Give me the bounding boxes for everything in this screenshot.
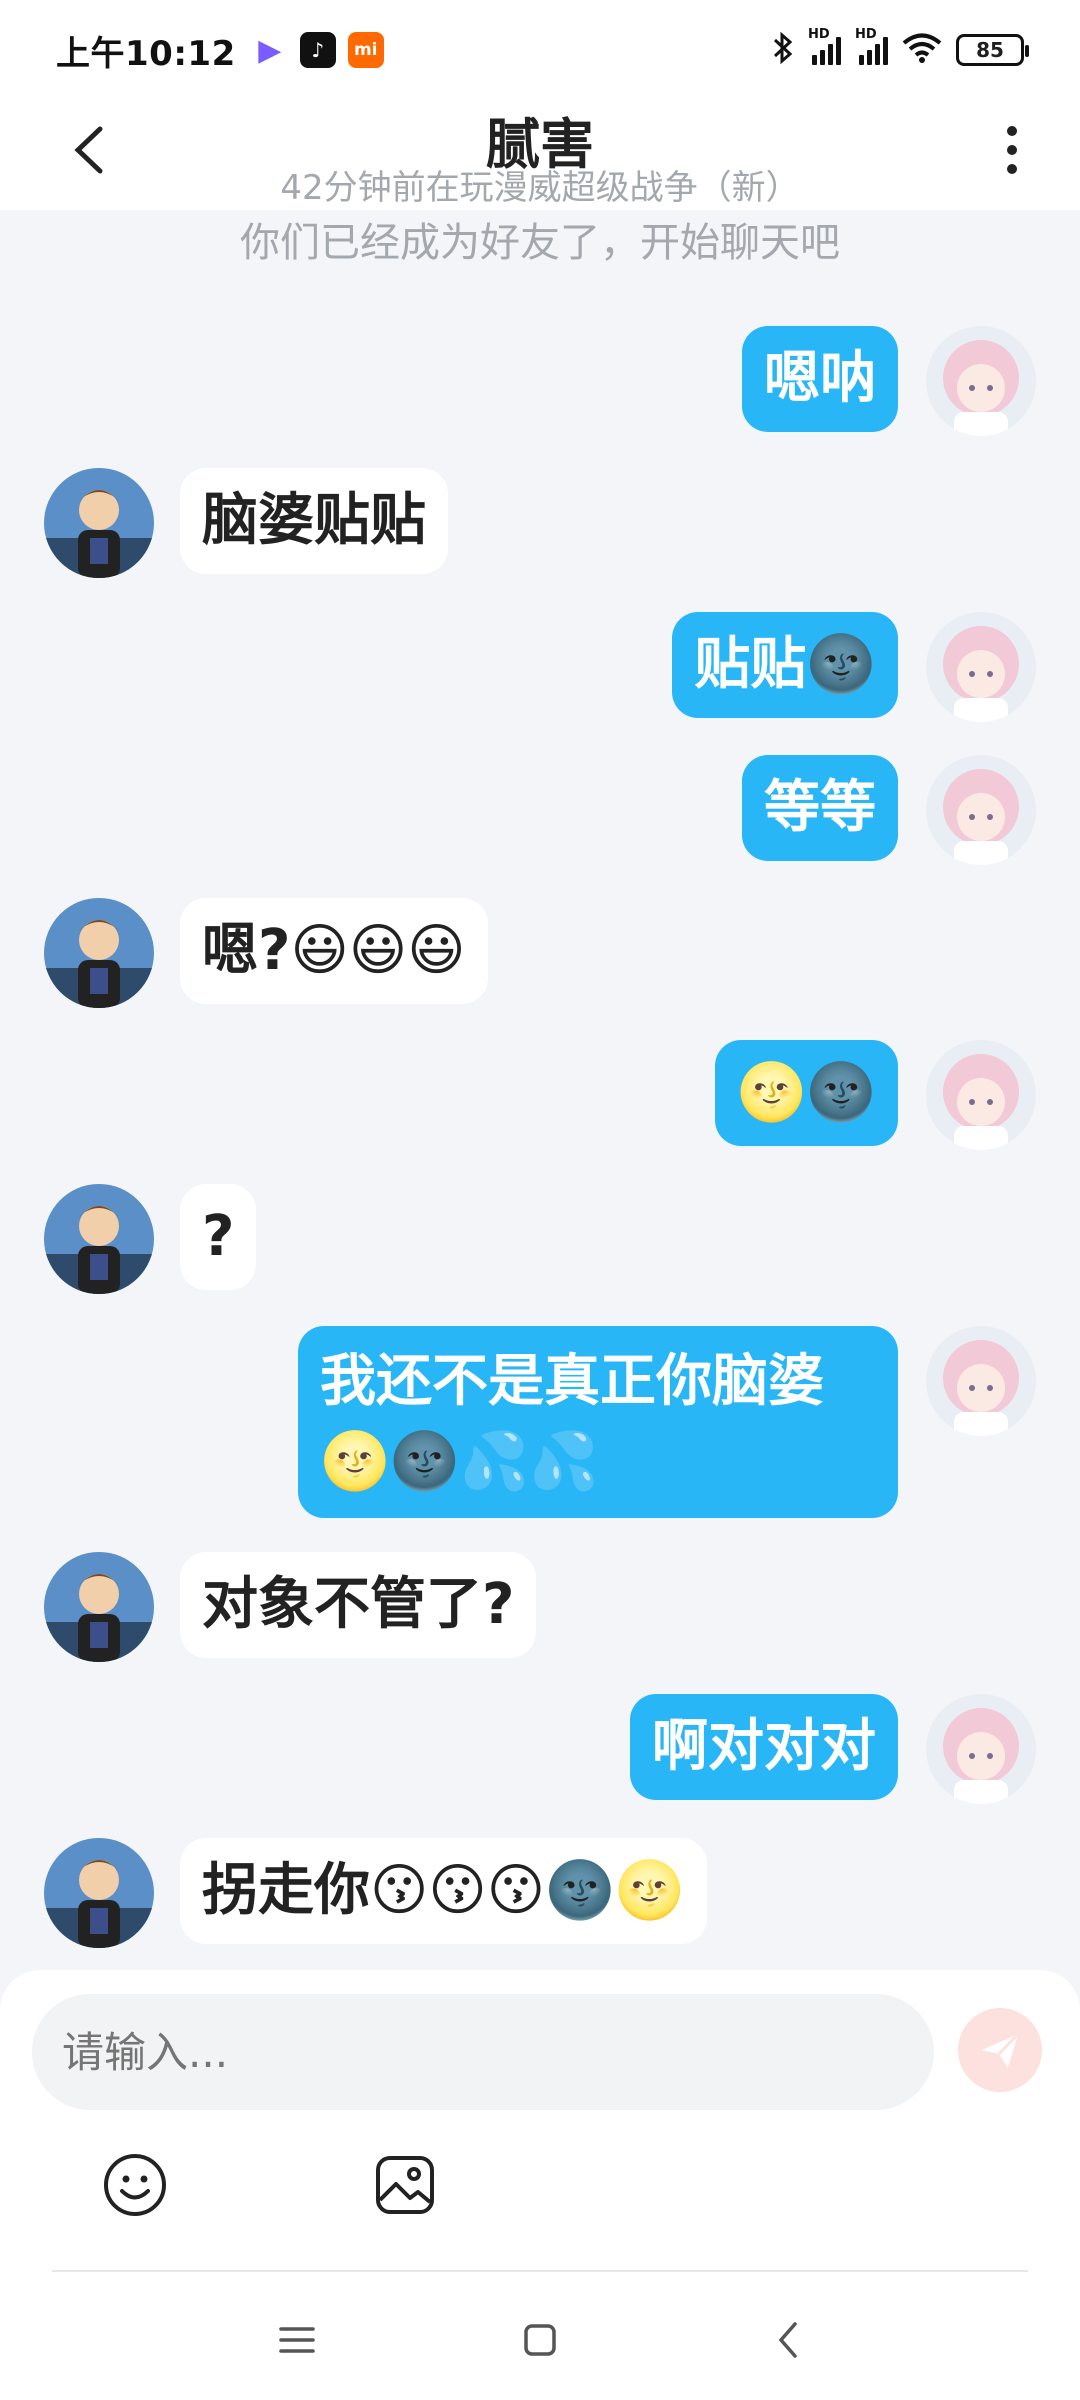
- message-bubble[interactable]: 我还不是真正你脑婆🌝🌚💦💦: [298, 1326, 898, 1518]
- image-icon: [376, 2156, 434, 2214]
- my-avatar[interactable]: [926, 1040, 1036, 1150]
- system-note: 你们已经成为好友了，开始聊天吧: [240, 220, 840, 266]
- message-bubble[interactable]: 嗯?😃😃😃: [180, 898, 488, 1004]
- message-outgoing: 等等: [742, 755, 1036, 865]
- message-outgoing: 🌝🌚: [714, 1040, 1036, 1150]
- smiley-icon: [104, 2154, 166, 2216]
- menu-icon: [279, 2327, 315, 2353]
- contact-avatar[interactable]: [44, 1184, 154, 1294]
- message-incoming: 对象不管了?: [44, 1552, 537, 1662]
- status-indicators: HD HD 85: [772, 27, 1029, 69]
- tiktok-icon: ♪: [299, 32, 336, 68]
- message-bubble[interactable]: 脑婆贴贴: [180, 468, 448, 574]
- message-incoming: 拐走你😗😗😗🌚🌝: [44, 1838, 707, 1948]
- message-bubble[interactable]: 啊对对对: [630, 1694, 898, 1800]
- home-button[interactable]: [500, 2300, 580, 2380]
- message-bubble[interactable]: 对象不管了?: [180, 1552, 537, 1658]
- message-bubble[interactable]: 🌝🌚: [714, 1040, 898, 1146]
- message-outgoing: 贴贴🌚: [672, 612, 1036, 722]
- status-time: 上午10:12: [56, 33, 236, 74]
- my-avatar[interactable]: [926, 755, 1036, 865]
- chat-header: 腻害 42分钟前在玩漫威超级战争（新）: [0, 100, 1080, 210]
- divider: [52, 2270, 1028, 2272]
- recent-apps-button[interactable]: [257, 2300, 337, 2380]
- my-avatar[interactable]: [926, 1694, 1036, 1804]
- message-bubble[interactable]: 拐走你😗😗😗🌚🌝: [180, 1838, 707, 1944]
- message-bubble[interactable]: 等等: [742, 755, 898, 861]
- more-options-button[interactable]: [992, 120, 1032, 180]
- message-outgoing: 嗯呐: [742, 326, 1036, 436]
- status-bar: 上午10:12 ▶ ♪ mi HD HD 85: [0, 0, 1080, 100]
- contact-avatar[interactable]: [44, 1552, 154, 1662]
- message-outgoing: 啊对对对: [630, 1694, 1036, 1804]
- chat-screen: 上午10:12 ▶ ♪ mi HD HD 85 腻害 42分钟前在玩漫威超级战争…: [0, 0, 1080, 2400]
- battery-icon: 85: [956, 34, 1029, 66]
- more-dot-icon: [1007, 164, 1017, 174]
- message-bubble[interactable]: ?: [180, 1184, 257, 1290]
- video-app-icon: ▶: [258, 32, 282, 68]
- square-icon: [524, 2324, 556, 2356]
- message-incoming: ?: [44, 1184, 257, 1294]
- status-subtitle: 42分钟前在玩漫威超级战争（新）: [280, 168, 800, 208]
- more-dot-icon: [1007, 145, 1017, 155]
- paper-plane-icon: [982, 2032, 1020, 2068]
- contact-avatar[interactable]: [44, 898, 154, 1008]
- mi-icon: mi: [347, 32, 384, 68]
- my-avatar[interactable]: [926, 1326, 1036, 1436]
- contact-avatar[interactable]: [44, 468, 154, 578]
- hd-signal-icon: HD: [855, 27, 888, 65]
- my-avatar[interactable]: [926, 612, 1036, 722]
- message-bubble[interactable]: 嗯呐: [742, 326, 898, 432]
- my-avatar[interactable]: [926, 326, 1036, 436]
- contact-avatar[interactable]: [44, 1838, 154, 1948]
- message-incoming: 脑婆贴贴: [44, 468, 448, 578]
- input-panel: [0, 1970, 1080, 2400]
- send-button[interactable]: [958, 2008, 1042, 2092]
- message-incoming: 嗯?😃😃😃: [44, 898, 488, 1008]
- hd-signal-icon: HD: [808, 27, 841, 65]
- message-input[interactable]: [32, 1994, 934, 2110]
- chevron-left-icon: [778, 2322, 797, 2358]
- image-button[interactable]: [365, 2145, 445, 2225]
- message-outgoing: 我还不是真正你脑婆🌝🌚💦💦: [298, 1326, 1036, 1518]
- nav-back-button[interactable]: [748, 2300, 828, 2380]
- bluetooth-icon: [772, 31, 794, 69]
- more-dot-icon: [1007, 126, 1017, 136]
- emoji-button[interactable]: [95, 2145, 175, 2225]
- message-bubble[interactable]: 贴贴🌚: [672, 612, 898, 718]
- wifi-icon: [902, 32, 942, 68]
- status-app-icons: ▶ ♪ mi: [252, 32, 384, 68]
